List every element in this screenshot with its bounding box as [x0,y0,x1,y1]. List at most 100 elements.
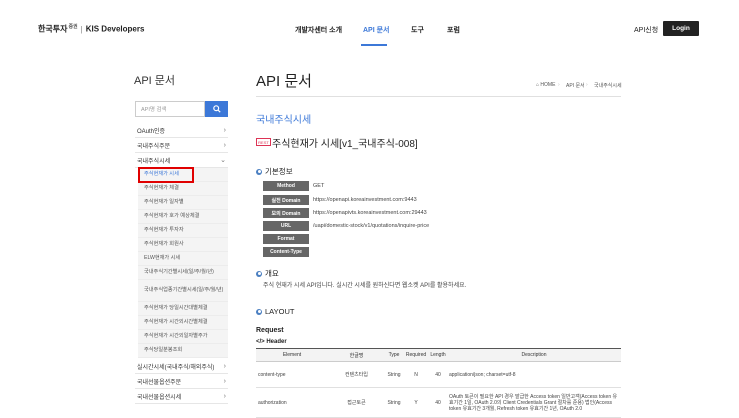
sidebar-item-elw[interactable]: ELW현재가 시세 [138,252,228,266]
info-label-method: Method [263,181,309,191]
top-header: 한국투자증권 | KIS Developers 개발자센터 소개 API 문서 도구… [0,0,739,58]
page-title: API 문서 [256,73,312,90]
col-korean-name: 한글명 [328,348,385,362]
sidebar-item-after-hours-daily[interactable]: 주식현재가 시간외일자별주가 [138,330,228,344]
cell-description: OAuth 토큰이 필요한 API 경우 발급한 Access token 일반… [447,387,621,418]
overview-title: 개요 [265,269,279,278]
sidebar-item-minute[interactable]: 주식당일분봉조회 [138,344,228,358]
brand-logo[interactable]: 한국투자증권 | KIS Developers [38,23,144,35]
overview-heading: 개요 [256,268,279,279]
sidebar-cat-label: 국내선물옵션주문 [137,379,182,386]
chevron-right-icon: › [223,141,226,149]
sidebar-cat-futures-quote[interactable]: 국내선물옵션시세 › [135,389,228,404]
sidebar-cat-label: 국내선물옵션시세 [137,394,182,401]
api-name: 주식현재가 시세[v1_국내주식-008] [272,139,418,150]
basic-info-title: 기본정보 [265,167,293,176]
sidebar-item-timeslot[interactable]: 주식현재가 당일시간대별체결 [138,302,228,316]
sidebar-search-input[interactable]: API명 검색 [135,101,205,117]
info-label-url: URL [263,221,309,231]
info-value-real-domain: https://openapi.koreainvestment.com:9443 [313,197,417,203]
sidebar-cat-oauth[interactable]: OAuth인증 › [135,123,228,138]
breadcrumb-api-docs[interactable]: API 문서 [566,82,585,89]
info-label-real-domain: 실전 Domain [263,195,309,205]
basic-info-heading: 기본정보 [256,166,293,177]
api-apply-link[interactable]: API신청 [634,25,658,35]
sidebar-item-sector-period[interactable]: 국내주식업종기간별시세(일/주/월/년) [138,280,228,302]
request-label: Request [256,327,284,334]
col-length: Length [429,348,447,362]
sidebar-cat-label: OAuth인증 [137,128,166,135]
brand-sub: 증권 [68,24,78,30]
sidebar-cat-label: 국내주식주문 [137,143,171,150]
chevron-down-icon: ⌄ [220,157,226,164]
info-label-format: Format [263,234,309,244]
selected-item-highlight [138,167,194,183]
sidebar-cat-domestic-order[interactable]: 국내주식주문 › [135,138,228,153]
login-button[interactable]: Login [663,21,699,36]
nav-api-docs[interactable]: API 문서 [363,25,390,35]
cell-element: authorization [256,387,328,418]
cell-description: application/json; charset=utf-8 [447,361,621,388]
brand-separator: | [80,24,83,34]
sidebar-cat-futures-order[interactable]: 국내선물옵션주문 › [135,374,228,389]
col-description: Description [447,348,621,362]
cell-korean-name: 접근토큰 [328,387,385,418]
sidebar-search-button[interactable] [205,101,228,117]
overview-text: 주식 현재가 시세 API입니다. 실시간 시세를 원하신다면 웹소켓 API를… [263,283,467,289]
col-required: Required [403,348,429,362]
home-icon: ⌂ [536,82,540,88]
col-element: Element [256,348,328,362]
breadcrumb-label: HOME [540,82,556,88]
sidebar-title: API 문서 [134,75,176,87]
title-divider [256,96,621,97]
breadcrumb-current: 국내주식시세 [594,83,622,89]
table-row: authorization 접근토큰 String Y 40 OAuth 토큰이… [256,387,621,418]
chevron-right-icon: › [223,362,226,370]
table-row: content-type 컨텐츠타입 String N 40 applicati… [256,361,621,388]
search-placeholder: API명 검색 [141,107,167,113]
info-label-content-type: Content-Type [263,247,309,257]
nav-tools[interactable]: 도구 [411,25,424,35]
site-name: KIS Developers [85,24,145,34]
sidebar-cat-domestic-quote[interactable]: 국내주식시세 ⌄ [135,153,228,168]
section-title: 국내주식시세 [256,115,312,126]
sidebar-cat-realtime[interactable]: 실시간시세(국내주식/해외주식) › [135,359,228,374]
sidebar-item-conclusion[interactable]: 주식현재가 체결 [138,182,228,196]
sidebar-item-investor[interactable]: 주식현재가 투자자 [138,224,228,238]
sidebar-item-period-quote[interactable]: 국내주식기간별시세(일/주/월/년) [138,266,228,280]
cell-element: content-type [256,361,328,388]
sidebar-item-member[interactable]: 주식현재가 회원사 [138,238,228,252]
bullet-icon [256,168,262,175]
breadcrumb-home[interactable]: ⌂ HOME [536,82,555,88]
nav-active-underline [361,44,387,46]
brand-name: 한국투자 [38,24,68,34]
rest-badge: REST [256,138,271,146]
info-value-url: /uapi/domestic-stock/v1/quotations/inqui… [313,223,430,229]
sidebar-item-daily[interactable]: 주식현재가 일자별 [138,196,228,210]
layout-title: LAYOUT [265,307,295,316]
cell-type: String [385,387,403,418]
sidebar-item-asking-price[interactable]: 주식현재가 호가 예상체결 [138,210,228,224]
cell-required: N [403,361,429,388]
chevron-right-icon: › [223,392,226,400]
header-label: </> Header [256,339,287,345]
search-icon [212,105,221,113]
nav-about[interactable]: 개발자센터 소개 [295,25,342,35]
nav-forum[interactable]: 포럼 [447,25,460,35]
cell-korean-name: 컨텐츠타입 [328,361,385,388]
request-header-table: Element 한글명 Type Required Length Descrip… [256,348,621,418]
cell-length: 40 [429,387,447,418]
table-header-row: Element 한글명 Type Required Length Descrip… [256,348,621,362]
chevron-right-icon: › [223,377,226,385]
bullet-icon [256,270,262,277]
breadcrumb-sep-icon: › [586,82,588,88]
sidebar-cat-label: 실시간시세(국내주식/해외주식) [137,364,215,371]
info-value-mock-domain: https://openapivts.koreainvestment.com:2… [313,210,427,216]
bullet-icon [256,308,262,315]
cell-required: Y [403,387,429,418]
sidebar-item-after-hours-time[interactable]: 주식현재가 시간외시간별체결 [138,316,228,330]
layout-heading: LAYOUT [256,307,294,316]
sidebar-cat-label: 국내주식시세 [137,158,171,165]
info-label-mock-domain: 모의 Domain [263,208,309,218]
col-type: Type [385,348,403,362]
